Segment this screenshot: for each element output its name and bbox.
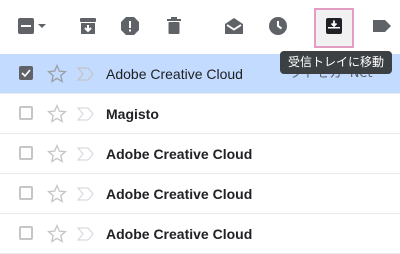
message-list: Adobe Creative Cloud クトセカ 'Net Magisto A… bbox=[0, 54, 400, 254]
label-icon[interactable] bbox=[370, 14, 394, 38]
important-marker-icon[interactable] bbox=[76, 66, 95, 82]
message-row[interactable]: Adobe Creative Cloud bbox=[0, 174, 400, 214]
important-marker-icon[interactable] bbox=[76, 186, 95, 202]
snooze-icon[interactable] bbox=[266, 14, 290, 38]
tooltip: 受信トレイに移動 bbox=[280, 51, 392, 74]
mark-as-read-icon[interactable] bbox=[222, 14, 246, 38]
sender-name: Magisto bbox=[106, 106, 159, 122]
delete-icon[interactable] bbox=[162, 14, 186, 38]
row-checkbox[interactable] bbox=[19, 106, 33, 120]
message-row[interactable]: Magisto bbox=[0, 94, 400, 134]
star-icon[interactable] bbox=[47, 104, 67, 124]
sender-name: Adobe Creative Cloud bbox=[106, 66, 243, 82]
row-checkbox[interactable] bbox=[19, 146, 33, 160]
row-checkbox[interactable] bbox=[19, 226, 33, 240]
message-row[interactable]: Adobe Creative Cloud bbox=[0, 214, 400, 254]
star-icon[interactable] bbox=[47, 224, 67, 244]
chevron-down-icon[interactable] bbox=[34, 14, 50, 38]
row-checkbox[interactable] bbox=[19, 186, 33, 200]
important-marker-icon[interactable] bbox=[76, 106, 95, 122]
toolbar bbox=[0, 0, 400, 54]
message-row[interactable]: Adobe Creative Cloud bbox=[0, 134, 400, 174]
archive-icon[interactable] bbox=[76, 14, 100, 38]
sender-name: Adobe Creative Cloud bbox=[106, 226, 253, 242]
sender-name: Adobe Creative Cloud bbox=[106, 186, 253, 202]
important-marker-icon[interactable] bbox=[76, 146, 95, 162]
row-checkbox[interactable] bbox=[19, 66, 33, 80]
important-marker-icon[interactable] bbox=[76, 226, 95, 242]
move-to-inbox-button[interactable] bbox=[314, 8, 354, 48]
report-spam-icon[interactable] bbox=[118, 14, 142, 38]
sender-name: Adobe Creative Cloud bbox=[106, 146, 253, 162]
move-to-inbox-icon bbox=[325, 17, 343, 40]
star-icon[interactable] bbox=[47, 184, 67, 204]
star-icon[interactable] bbox=[47, 64, 67, 84]
star-icon[interactable] bbox=[47, 144, 67, 164]
